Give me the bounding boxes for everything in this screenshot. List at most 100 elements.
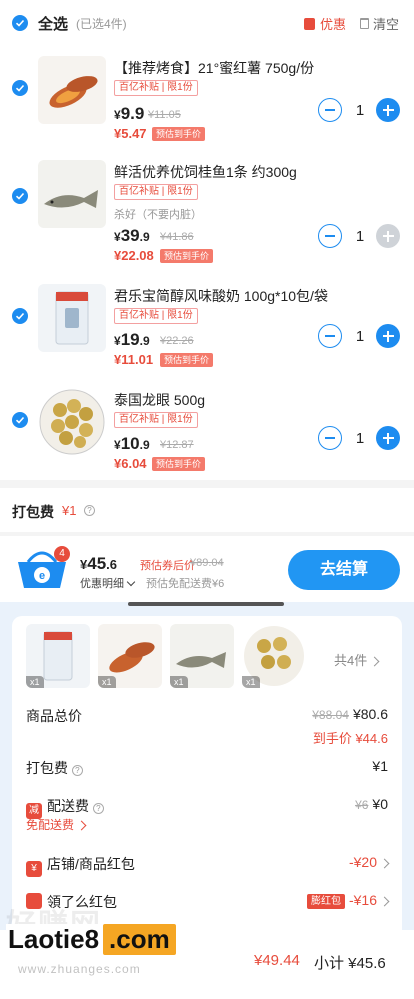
qty-value: 1 [355, 328, 365, 345]
check-icon [15, 416, 25, 424]
chevron-right-icon [379, 858, 390, 869]
item-title[interactable]: 【推荐烤食】21°蜜红薯 750g/份 [114, 58, 406, 78]
chevron-right-icon [369, 656, 380, 667]
item-count-link[interactable]: 共4件 [334, 650, 380, 669]
final-price-summary: 到手价 ¥44.6 [312, 731, 388, 746]
mini-qty: x1 [170, 676, 188, 688]
decrease-qty-button[interactable] [318, 324, 342, 348]
shop-coupon-label: ¥ 店铺/商品红包 [26, 854, 135, 877]
item-price: ¥39.9 [114, 226, 150, 245]
mini-qty: x1 [98, 676, 116, 688]
item-checkbox[interactable] [12, 412, 28, 428]
subsidy-badge: 百亿补贴 | 限1份 [114, 412, 198, 428]
clear-button[interactable]: 清空 [360, 14, 399, 33]
shop-coupon-value[interactable]: -¥20 [349, 854, 390, 870]
mini-qty: x1 [242, 676, 260, 688]
chevron-right-icon [76, 820, 87, 831]
mandarin-fish-image[interactable] [38, 160, 106, 228]
help-icon[interactable]: ? [71, 765, 83, 776]
clear-label: 清空 [373, 17, 400, 32]
increase-qty-button[interactable] [376, 324, 400, 348]
checkout-bar: e 4 ¥45.6 预估券后价 ¥89.04 优惠明细 预估免配送费¥6 去结算 [0, 536, 414, 602]
goods-total-label: 商品总价 [26, 708, 82, 724]
select-all-checkbox[interactable] [12, 15, 28, 31]
item-checkbox[interactable] [12, 308, 28, 324]
increase-qty-button[interactable] [376, 98, 400, 122]
subsidy-badge: 百亿补贴 | 限1份 [114, 184, 198, 200]
final-price: ¥11.01 [114, 352, 154, 367]
qty-value: 1 [355, 430, 365, 447]
selected-count: (已选4件) [76, 17, 127, 31]
free-delivery-link[interactable]: 免配送费 [26, 816, 87, 833]
final-price-tag: 预估到手价 [160, 249, 214, 263]
checkout-button[interactable]: 去结算 [288, 550, 400, 590]
discount-detail-link[interactable]: 优惠明细 [80, 575, 134, 591]
item-title[interactable]: 鲜活优养优饲桂鱼1条 约300g [114, 162, 406, 182]
watermark-url: www.zhuanges.com [18, 962, 141, 976]
check-icon [15, 192, 25, 200]
item-price: ¥9.9 [114, 104, 145, 123]
qty-value: 1 [355, 102, 365, 119]
packing-fee-row: 打包费 ¥1 ? [0, 488, 414, 532]
help-icon[interactable]: ? [84, 505, 95, 516]
subtotal-saved: ¥49.44 [254, 952, 300, 969]
promo-label: 优惠 [320, 17, 347, 32]
final-price-tag: 预估到手价 [152, 457, 206, 471]
packing-fee-label: 打包费 [12, 504, 54, 520]
original-price: ¥11.05 [148, 109, 181, 121]
cart-header: 全选 (已选4件) 优惠 清空 [0, 0, 414, 46]
decrease-qty-button[interactable] [318, 426, 342, 450]
item-title[interactable]: 君乐宝简醇风味酸奶 100g*10包/袋 [114, 286, 406, 306]
item-title[interactable]: 泰国龙眼 500g [114, 390, 406, 410]
cart-item-list: 【推荐烤食】21°蜜红薯 750g/份 百亿补贴 | 限1份 ¥9.9 ¥11.… [0, 46, 414, 480]
sheet-drag-handle[interactable] [128, 602, 284, 606]
delivery-fee-value: ¥6 ¥0 [355, 796, 388, 812]
check-icon [15, 19, 25, 27]
checkout-original-total: ¥89.04 [190, 557, 224, 569]
longan-image[interactable] [38, 388, 106, 456]
qty-value: 1 [355, 228, 365, 245]
original-price: ¥12.87 [160, 439, 194, 451]
help-icon[interactable]: ? [92, 803, 104, 814]
check-icon [15, 84, 25, 92]
final-price: ¥22.08 [114, 248, 154, 263]
trash-icon [360, 18, 369, 29]
select-all-label[interactable]: 全选 [38, 13, 68, 34]
mini-fish-image[interactable]: x1 [170, 624, 234, 688]
chevron-right-icon [379, 896, 390, 907]
mini-longan-image[interactable]: x1 [242, 624, 306, 688]
cart-count-badge: 4 [54, 546, 70, 562]
cart-item: 泰国龙眼 500g 百亿补贴 | 限1份 ¥10.9 ¥12.87 ¥6.04 … [0, 378, 414, 482]
promo-button[interactable]: 优惠 [304, 14, 346, 33]
final-price: ¥5.47 [114, 126, 147, 141]
decrease-qty-button[interactable] [318, 224, 342, 248]
red-envelope-icon: ¥ [26, 861, 42, 877]
mini-qty: x1 [26, 676, 44, 688]
packing-fee-amount: ¥1 [62, 503, 77, 518]
item-checkbox[interactable] [12, 188, 28, 204]
platform-coupon-value[interactable]: 膨红包 -¥16 [306, 892, 390, 909]
check-icon [15, 312, 25, 320]
final-price-tag: 预估到手价 [160, 353, 214, 367]
estimate-label: 预估券后价 [140, 560, 195, 572]
item-checkbox[interactable] [12, 80, 28, 96]
cart-item: 鲜活优养优饲桂鱼1条 约300g 百亿补贴 | 限1份 杀好（不要内脏） ¥39… [0, 150, 414, 263]
item-variant[interactable]: 杀好（不要内脏） [114, 206, 202, 222]
svg-text:e: e [39, 570, 45, 582]
cart-item: 君乐宝简醇风味酸奶 100g*10包/袋 百亿补贴 | 限1份 ¥19.9 ¥2… [0, 274, 414, 378]
final-price: ¥6.04 [114, 456, 147, 471]
sweet-potato-image[interactable] [38, 56, 106, 124]
goods-total-value: ¥88.04 ¥80.6 [312, 706, 388, 722]
original-price: ¥22.26 [160, 335, 194, 347]
checkout-total: ¥45.6 [80, 554, 117, 573]
estimated-delivery-fee: 预估免配送费¥6 [146, 578, 225, 590]
subsidy-badge: 百亿补贴 | 限1份 [114, 80, 198, 96]
mini-sweet-potato-image[interactable]: x1 [98, 624, 162, 688]
original-price: ¥41.86 [160, 231, 194, 243]
increase-qty-button[interactable] [376, 224, 400, 248]
increase-qty-button[interactable] [376, 426, 400, 450]
final-price-tag: 预估到手价 [152, 127, 206, 141]
decrease-qty-button[interactable] [318, 98, 342, 122]
mini-yogurt-image[interactable]: x1 [26, 624, 90, 688]
yogurt-image[interactable] [38, 284, 106, 352]
